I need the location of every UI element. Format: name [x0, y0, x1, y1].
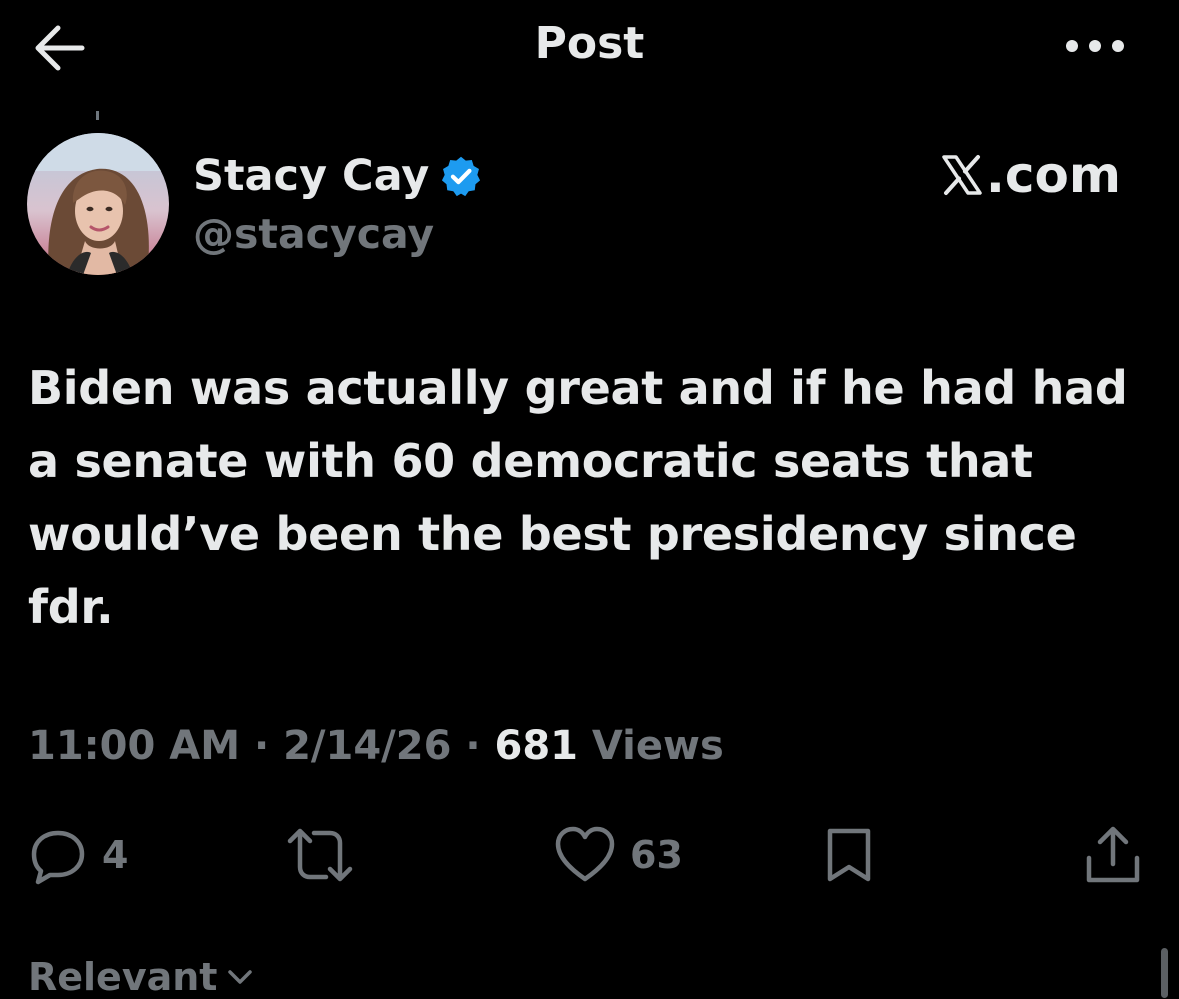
meta-separator: ·: [240, 723, 284, 769]
reply-count: 4: [102, 833, 129, 877]
reply-sort-dropdown[interactable]: Relevant: [28, 955, 255, 999]
thread-line-mark: [96, 111, 99, 120]
heart-icon: [555, 826, 615, 882]
repost-icon: [287, 828, 353, 882]
avatar-photo: [27, 133, 169, 275]
author-display-name[interactable]: Stacy Cay: [193, 151, 429, 201]
verified-badge-icon: [442, 156, 481, 197]
post-meta: 11:00 AM · 2/14/26 · 681 Views: [28, 723, 724, 769]
ellipsis-icon: [1066, 40, 1124, 52]
views-label: Views: [578, 723, 724, 769]
share-icon: [1086, 826, 1140, 883]
like-count: 63: [630, 833, 683, 877]
author-name-row: Stacy Cay: [193, 148, 483, 204]
views-count[interactable]: 681: [495, 723, 579, 769]
arrow-left-icon: [35, 25, 85, 71]
back-button[interactable]: [28, 20, 92, 76]
author-handle[interactable]: @stacycay: [193, 210, 434, 258]
chevron-down-icon: [228, 970, 253, 984]
page-title: Post: [534, 18, 645, 69]
reply-button[interactable]: 4: [28, 820, 128, 890]
post-body: Biden was actually great and if he had h…: [28, 361, 1128, 634]
reply-sort-label: Relevant: [28, 955, 218, 999]
scrollbar[interactable]: [1161, 948, 1168, 998]
x-logo-icon: [942, 155, 982, 195]
watermark-domain: .com: [985, 146, 1121, 204]
bookmark-button[interactable]: [824, 820, 874, 890]
top-bar: Post: [0, 0, 1179, 100]
action-bar: 4 63: [0, 820, 1179, 890]
avatar[interactable]: [27, 133, 169, 275]
post-time: 11:00 AM: [28, 723, 241, 769]
repost-button[interactable]: [286, 820, 354, 890]
bookmark-icon: [827, 828, 871, 882]
like-button[interactable]: 63: [554, 820, 683, 890]
share-button[interactable]: [1084, 820, 1142, 890]
post-date[interactable]: 2/14/26: [283, 723, 451, 769]
more-options-button[interactable]: [1060, 28, 1130, 64]
meta-separator: ·: [451, 723, 495, 769]
reply-icon: [31, 830, 85, 885]
watermark-x-com: .com: [940, 146, 1121, 204]
